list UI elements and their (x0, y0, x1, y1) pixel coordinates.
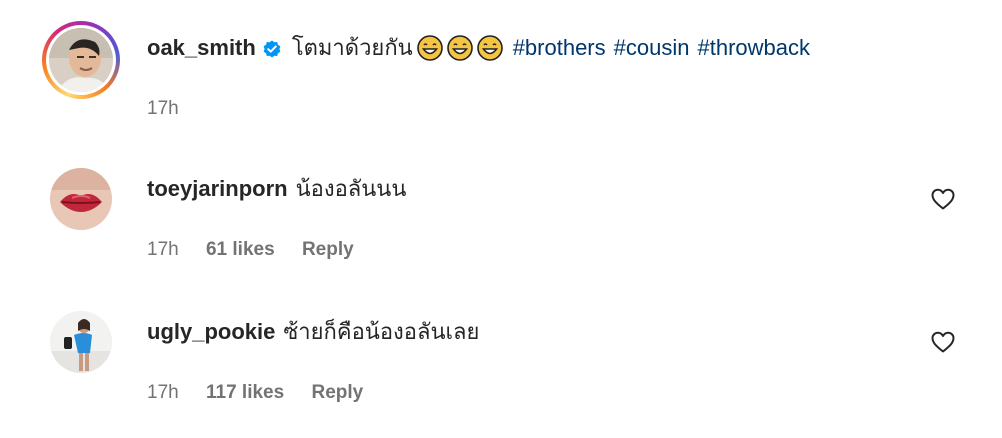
post-timestamp[interactable]: 17h (147, 98, 179, 119)
post-caption-line: oak_smith โตมาด้วยกัน #brothers #cousin … (147, 34, 810, 62)
avatar-ring-gap (46, 25, 116, 95)
heart-outline-icon[interactable] (930, 187, 956, 211)
comment-line: toeyjarinporn น้องอลันนน (147, 175, 406, 203)
post-meta: 17h (147, 97, 201, 121)
commenter-avatar[interactable] (50, 311, 112, 373)
comment-text: น้องอลันนน (295, 176, 407, 201)
post-caption-text: โตมาด้วยกัน (291, 35, 413, 60)
hashtag-link[interactable]: #throwback (697, 34, 810, 62)
verified-badge-icon (262, 38, 282, 58)
commenter-username[interactable]: ugly_pookie (147, 318, 275, 346)
comment-text: ซ้ายก็คือน้องอลันเลย (283, 319, 480, 344)
comment-timestamp[interactable]: 17h (147, 239, 179, 260)
post-author-username[interactable]: oak_smith (147, 34, 256, 62)
commenter-username[interactable]: toeyjarinporn (147, 175, 288, 203)
hashtag-link[interactable]: #cousin (614, 34, 690, 62)
hashtag-link[interactable]: #brothers (513, 34, 606, 62)
comment-line: ugly_pookie ซ้ายก็คือน้องอลันเลย (147, 318, 479, 346)
comment-likes-count[interactable]: 117 likes (206, 382, 284, 403)
comment-meta: 17h 117 likes Reply (147, 381, 385, 405)
grinning-face-icon (446, 35, 473, 61)
post-author-avatar-ring[interactable] (42, 21, 120, 99)
comment-likes-count[interactable]: 61 likes (206, 239, 275, 260)
heart-outline-icon[interactable] (930, 330, 956, 354)
commenter-avatar[interactable] (50, 168, 112, 230)
reply-button[interactable]: Reply (302, 239, 354, 260)
grinning-face-icon (416, 35, 443, 61)
comment-timestamp[interactable]: 17h (147, 382, 179, 403)
comment-meta: 17h 61 likes Reply (147, 238, 376, 262)
grinning-face-icon (476, 35, 503, 61)
post-author-avatar (49, 28, 113, 92)
reply-button[interactable]: Reply (311, 382, 363, 403)
